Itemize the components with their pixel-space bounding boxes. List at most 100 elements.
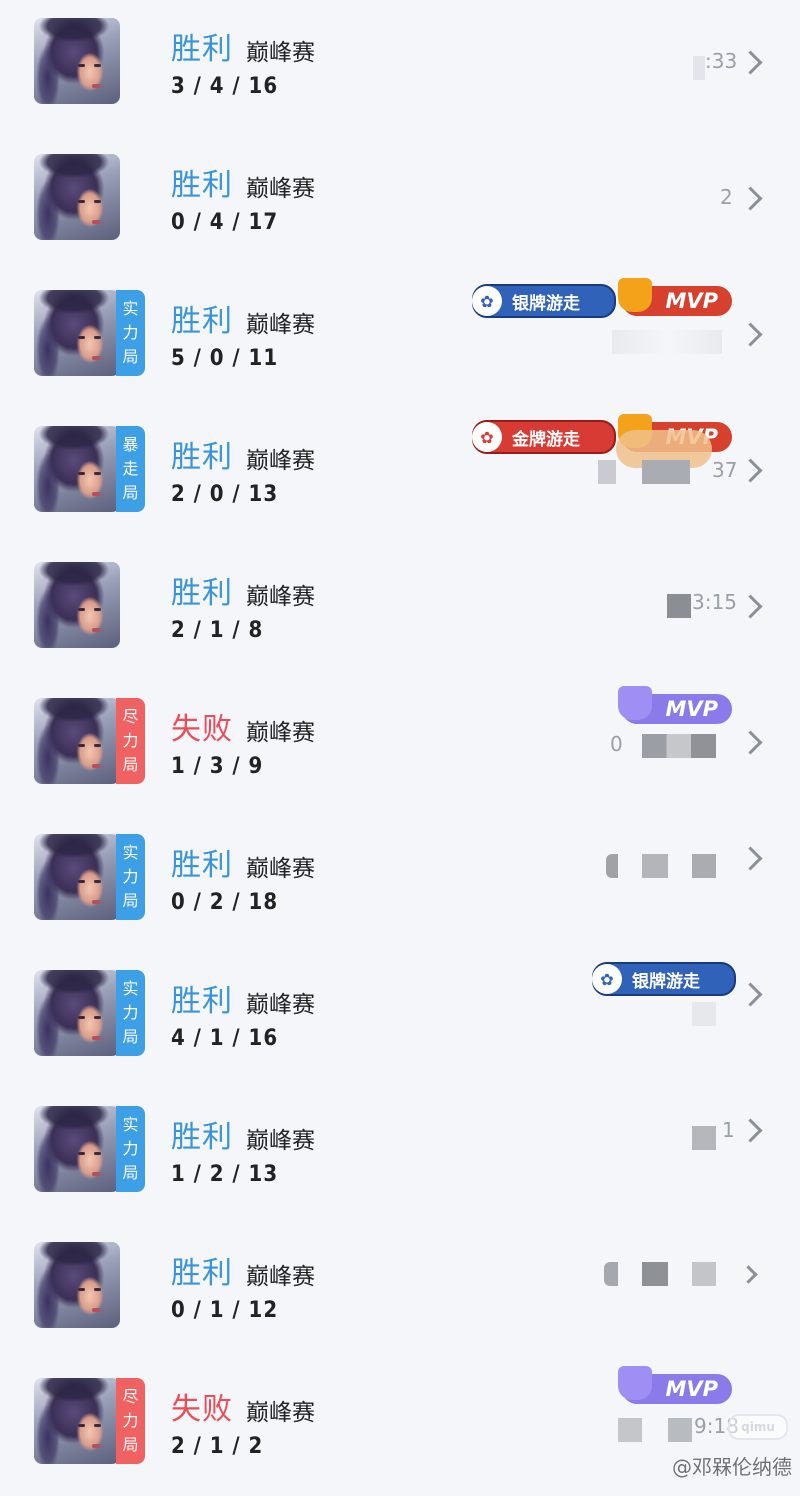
watermark-logo: qimu: [728, 1414, 788, 1440]
match-row[interactable]: 实力局 胜利 巅峰赛 1 / 2 / 13 1: [0, 1088, 800, 1224]
redacted-block: [618, 1418, 642, 1442]
match-quality-tag: 实力局: [116, 970, 145, 1056]
chevron-right-icon[interactable]: [739, 1265, 758, 1284]
mvp-badge: MVP: [618, 1366, 732, 1404]
hero-avatar: [34, 970, 120, 1056]
redacted-block: [604, 1262, 618, 1286]
redacted-block: [692, 854, 716, 878]
trophy-icon: [618, 278, 652, 312]
kda-score: 0 / 2 / 18: [171, 890, 279, 915]
hero-avatar: [34, 698, 120, 784]
match-result: 胜利: [171, 1256, 233, 1291]
redacted-block: [668, 1418, 692, 1442]
chevron-right-icon[interactable]: [738, 322, 763, 347]
trophy-icon: [618, 1366, 652, 1400]
game-mode: 巅峰赛: [246, 176, 315, 202]
match-result: 失败: [171, 1392, 233, 1427]
game-mode: 巅峰赛: [246, 992, 315, 1018]
match-row[interactable]: 胜利 巅峰赛 0 / 4 / 17 2: [0, 136, 800, 272]
redacted-block: [642, 734, 716, 758]
silver-support-badge: ✿ 银牌游走: [472, 284, 616, 318]
chevron-right-icon[interactable]: [738, 1118, 763, 1143]
match-quality-tag: 尽力局: [116, 1378, 145, 1464]
hero-avatar: [34, 834, 120, 920]
match-row[interactable]: 实力局 胜利 巅峰赛 5 / 0 / 11 ✿ 银牌游走 MVP: [0, 272, 800, 408]
match-result: 胜利: [171, 848, 233, 883]
hero-avatar: [34, 1378, 120, 1464]
match-quality-tag: 暴走局: [116, 426, 145, 512]
trophy-icon: [618, 686, 652, 720]
match-result: 胜利: [171, 304, 233, 339]
kda-score: 2 / 1 / 8: [171, 618, 264, 643]
medal-icon: ✿: [592, 964, 622, 994]
redacted-block: [693, 56, 705, 80]
game-mode: 巅峰赛: [246, 720, 315, 746]
mvp-badge: MVP: [618, 278, 732, 316]
match-quality-tag: 实力局: [116, 1106, 145, 1192]
match-row[interactable]: 胜利 巅峰赛 0 / 1 / 12: [0, 1224, 800, 1360]
match-result: 胜利: [171, 1120, 233, 1155]
redacted-block: [606, 854, 618, 878]
chevron-right-icon[interactable]: [738, 186, 763, 211]
kda-score: 3 / 4 / 16: [171, 74, 279, 99]
watermark: @邓槑伦纳德: [672, 1455, 792, 1479]
match-row[interactable]: 暴走局 胜利 巅峰赛 2 / 0 / 13 ✿金牌游走 MVP 37: [0, 408, 800, 544]
kda-score: 0 / 4 / 17: [171, 210, 279, 235]
match-quality-tag: 实力局: [116, 834, 145, 920]
kda-score: 2 / 1 / 2: [171, 1434, 264, 1459]
match-history-list: 胜利 巅峰赛 3 / 4 / 16 :33 胜利 巅峰赛 0 / 4 / 17 …: [0, 0, 800, 1496]
match-row[interactable]: 胜利 巅峰赛 2 / 1 / 8 3:15: [0, 544, 800, 680]
match-row[interactable]: 实力局 胜利 巅峰赛 4 / 1 / 16 ✿ 银牌游走: [0, 952, 800, 1088]
hero-avatar: [34, 1242, 120, 1328]
game-mode: 巅峰赛: [246, 1400, 315, 1426]
redacted-block: [598, 460, 616, 484]
medal-icon: ✿: [472, 422, 502, 452]
match-row[interactable]: 尽力局 失败 巅峰赛 1 / 3 / 9 MVP 0: [0, 680, 800, 816]
redacted-block: [612, 330, 722, 354]
match-time: :33: [705, 49, 738, 73]
game-mode: 巅峰赛: [246, 312, 315, 338]
redacted-block: [692, 1262, 716, 1286]
kda-score: 0 / 1 / 12: [171, 1298, 279, 1323]
match-time: 0: [610, 732, 623, 756]
chevron-right-icon[interactable]: [738, 458, 763, 483]
match-result: 胜利: [171, 32, 233, 67]
match-result: 胜利: [171, 576, 233, 611]
medal-icon: ✿: [472, 286, 502, 316]
kda-score: 4 / 1 / 16: [171, 1026, 279, 1051]
hero-avatar: [34, 154, 120, 240]
kda-score: 1 / 3 / 9: [171, 754, 264, 779]
match-time: 37: [712, 458, 738, 482]
chevron-right-icon[interactable]: [738, 50, 763, 75]
kda-score: 1 / 2 / 13: [171, 1162, 279, 1187]
match-result: 胜利: [171, 984, 233, 1019]
match-time: 2: [720, 185, 733, 209]
match-quality-tag: 尽力局: [116, 698, 145, 784]
hero-avatar: [34, 426, 120, 512]
redacted-block: [692, 1002, 716, 1026]
match-result: 胜利: [171, 440, 233, 475]
silver-support-badge: ✿ 银牌游走: [592, 962, 736, 996]
game-mode: 巅峰赛: [246, 584, 315, 610]
kda-score: 2 / 0 / 13: [171, 482, 279, 507]
redacted-block: [642, 1262, 668, 1286]
gold-support-badge: ✿ 金牌游走: [472, 420, 616, 454]
match-quality-tag: 实力局: [116, 290, 145, 376]
chevron-right-icon[interactable]: [738, 846, 763, 871]
hero-avatar: [34, 1106, 120, 1192]
chevron-right-icon[interactable]: [738, 982, 763, 1007]
match-time: 3:15: [692, 590, 737, 614]
chevron-right-icon[interactable]: [738, 594, 763, 619]
match-row[interactable]: 实力局 胜利 巅峰赛 0 / 2 / 18: [0, 816, 800, 952]
hero-avatar: [34, 290, 120, 376]
match-row[interactable]: 胜利 巅峰赛 3 / 4 / 16 :33: [0, 0, 800, 136]
kda-score: 5 / 0 / 11: [171, 346, 279, 371]
mvp-badge: MVP: [618, 686, 732, 724]
match-time: 1: [722, 1118, 735, 1142]
match-result: 胜利: [171, 168, 233, 203]
redacted-block: [692, 1126, 716, 1150]
redacted-block: [642, 460, 690, 484]
game-mode: 巅峰赛: [246, 856, 315, 882]
chevron-right-icon[interactable]: [738, 730, 763, 755]
hero-avatar: [34, 562, 120, 648]
